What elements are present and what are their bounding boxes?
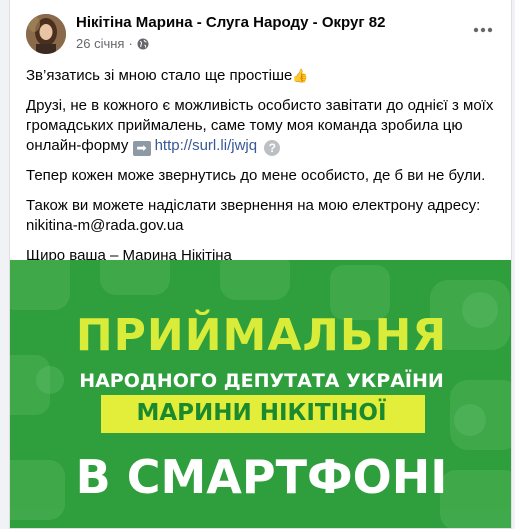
meta-separator: · xyxy=(128,36,133,51)
image-tagline: В СМАРТФОНІ xyxy=(75,450,448,504)
post-date[interactable]: 26 січня xyxy=(76,36,124,51)
facebook-post: Нікітіна Марина - Слуга Народу - Округ 8… xyxy=(9,0,512,529)
image-name: МАРИНИ НІКІТІНОЇ xyxy=(136,400,387,426)
text-paragraph: Друзі, не в кожного є можливість особист… xyxy=(26,96,496,156)
help-icon[interactable]: ? xyxy=(264,140,281,156)
email-address: nikitina-m@rada.gov.ua xyxy=(26,217,184,234)
author-avatar[interactable] xyxy=(26,14,66,54)
thumbs-up-icon: 👍 xyxy=(292,68,309,83)
right-arrow-icon: ➡ xyxy=(132,141,151,156)
more-options-button[interactable] xyxy=(467,18,499,42)
form-link[interactable]: http://surl.li/jwjq xyxy=(155,137,258,154)
image-subtitle: НАРОДНОГО ДЕПУТАТА УКРАЇНИ xyxy=(79,370,444,392)
post-image[interactable]: ПРИЙМАЛЬНЯ НАРОДНОГО ДЕПУТАТА УКРАЇНИ МА… xyxy=(10,260,511,528)
post-text: Зв’язатись зі мною стало ще простіше👍 Др… xyxy=(26,66,496,276)
post-header: Нікітіна Марина - Слуга Народу - Округ 8… xyxy=(10,0,511,64)
text-line: Зв’язатись зі мною стало ще простіше xyxy=(26,67,293,84)
text-line: Друзі, не в кожного є можливість особист… xyxy=(26,97,494,154)
post-meta: 26 січня · xyxy=(76,36,149,51)
text-paragraph: Також ви можете надіслати звернення на м… xyxy=(26,196,496,236)
text-paragraph: Зв’язатись зі мною стало ще простіше👍 xyxy=(26,66,496,86)
more-horizontal-icon xyxy=(473,27,493,33)
author-name[interactable]: Нікітіна Марина - Слуга Народу - Округ 8… xyxy=(76,14,385,31)
text-paragraph: Тепер кожен може звернутись до мене особ… xyxy=(26,167,486,184)
avatar-photo xyxy=(26,14,66,54)
globe-icon[interactable] xyxy=(137,38,149,50)
image-title: ПРИЙМАЛЬНЯ xyxy=(75,310,448,361)
text-line: Також ви можете надіслати звернення на м… xyxy=(26,197,481,214)
